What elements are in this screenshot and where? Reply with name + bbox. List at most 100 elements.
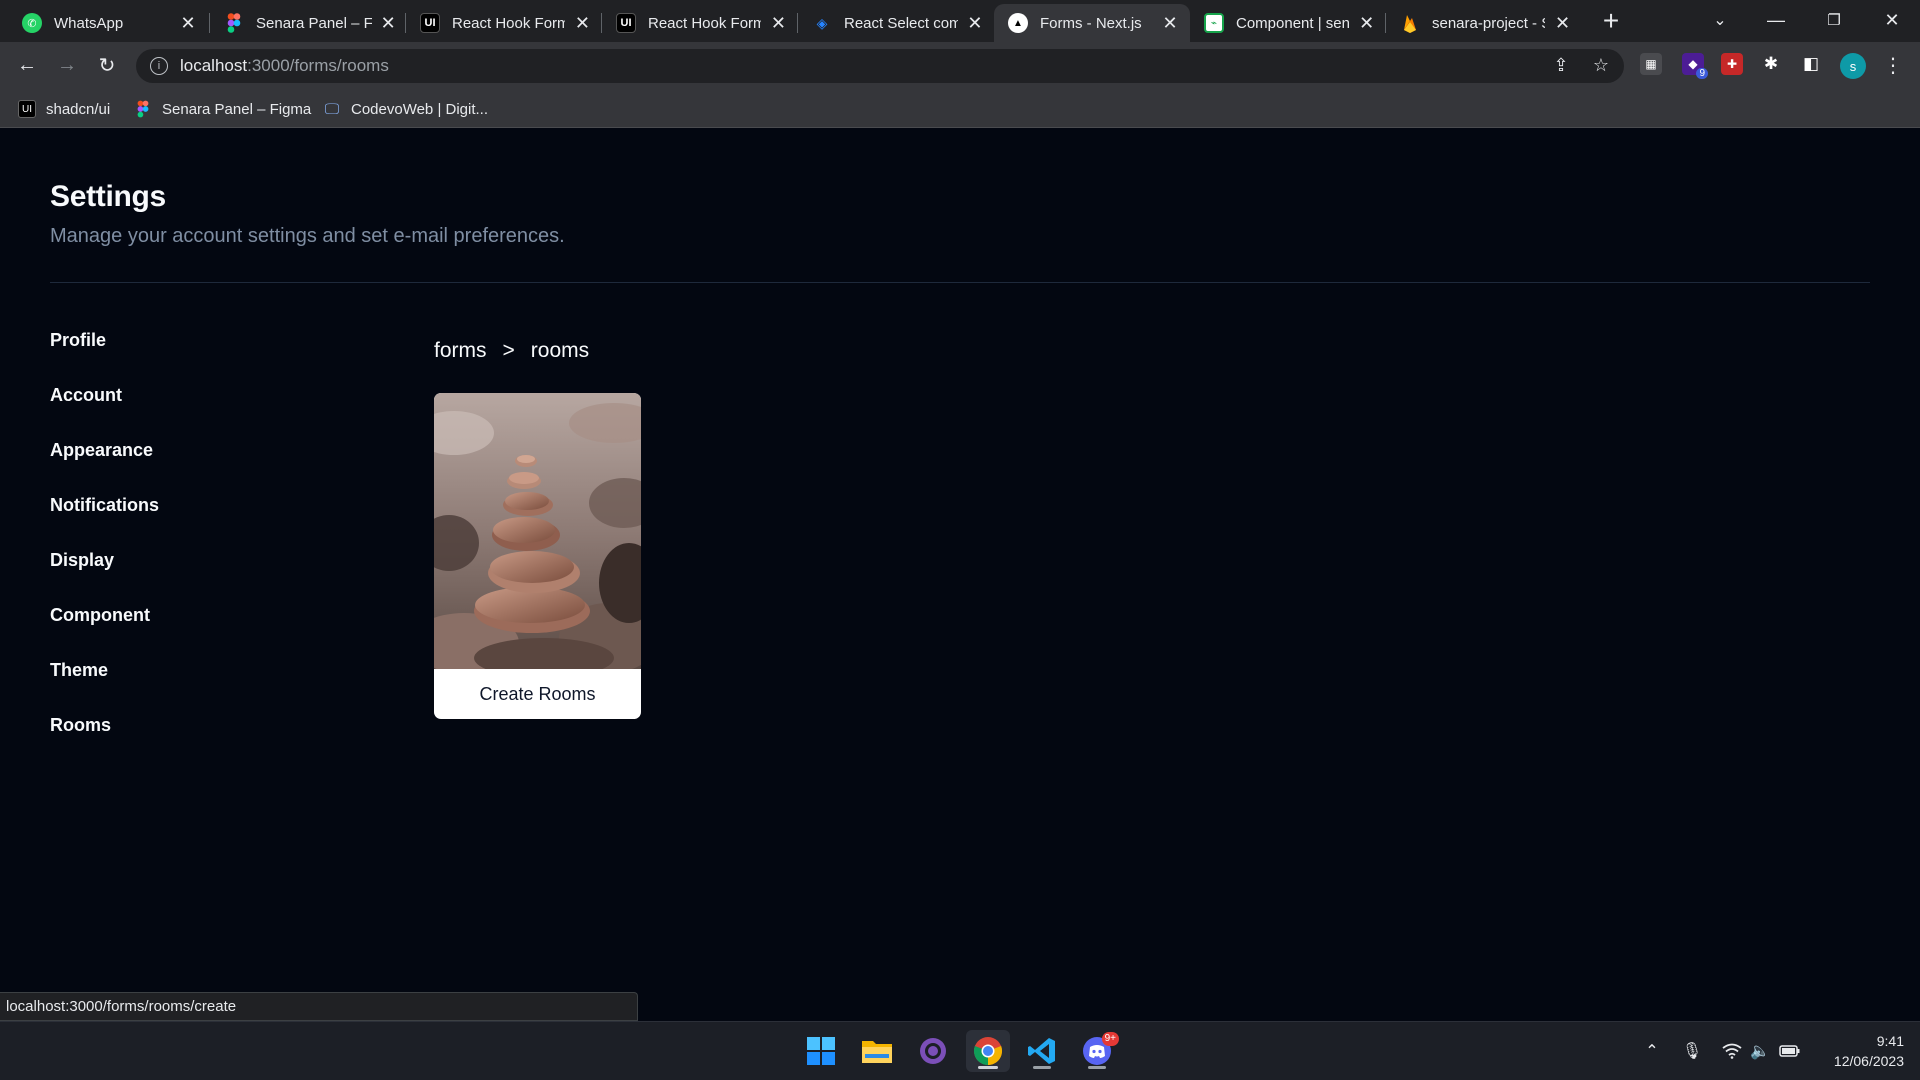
reload-button[interactable]: ↻ <box>92 50 122 80</box>
tab-title: Component | sena <box>1236 14 1350 32</box>
extension-gift-icon[interactable]: ✚ <box>1721 53 1743 75</box>
tab-react-select[interactable]: ◈ React Select comp ✕ <box>798 4 994 42</box>
forward-button[interactable]: → <box>52 50 82 80</box>
whatsapp-icon: ✆ <box>22 13 42 33</box>
bookmark-star-icon[interactable]: ☆ <box>1586 50 1616 80</box>
tab-whatsapp[interactable]: ✆ WhatsApp ✕ <box>8 4 208 42</box>
back-button[interactable]: ← <box>12 50 42 80</box>
profile-avatar[interactable]: s <box>1840 53 1866 79</box>
react-select-icon: ◈ <box>816 14 828 31</box>
extension-calendar-icon[interactable]: ▦ <box>1640 53 1662 75</box>
tab-component[interactable]: ⌁ Component | sena ✕ <box>1190 4 1386 42</box>
page-subtitle: Manage your account settings and set e-m… <box>50 225 565 247</box>
close-window-button[interactable]: ✕ <box>1864 0 1920 40</box>
bookmark-shadcn[interactable]: UI shadcn/ui <box>18 96 110 122</box>
breadcrumb-rooms[interactable]: rooms <box>531 339 589 363</box>
tab-title: senara-project - S <box>1432 14 1546 32</box>
shadcn-icon: UI <box>18 100 36 118</box>
sidebar-item-theme[interactable]: Theme <box>50 643 350 698</box>
figma-icon <box>224 13 244 33</box>
close-icon[interactable]: ✕ <box>966 13 984 33</box>
sidebar-item-profile[interactable]: Profile <box>50 313 350 368</box>
sidebar-item-account[interactable]: Account <box>50 368 350 423</box>
menu-dots-icon[interactable]: ⋮ <box>1878 50 1908 80</box>
close-icon[interactable]: ✕ <box>1357 13 1376 33</box>
tab-react-hook-form-2[interactable]: UI React Hook Form ✕ <box>602 4 798 42</box>
restore-button[interactable]: ❐ <box>1806 0 1862 40</box>
side-panel-icon[interactable]: ◧ <box>1800 53 1822 75</box>
tab-senara-project[interactable]: senara-project - S ✕ <box>1386 4 1582 42</box>
site-info-icon[interactable]: i <box>150 57 168 75</box>
shadcn-icon: UI <box>420 13 440 33</box>
discord-badge: 9+ <box>1101 1032 1119 1046</box>
component-icon: ⌁ <box>1204 13 1224 33</box>
firebase-icon <box>1400 13 1420 33</box>
tab-title: React Hook Form <box>452 14 565 32</box>
tab-figma[interactable]: Senara Panel – Figma ✕ <box>210 4 406 42</box>
minimize-button[interactable]: — <box>1748 0 1804 40</box>
close-icon[interactable]: ✕ <box>1553 13 1572 33</box>
github-desktop-icon[interactable] <box>911 1030 955 1072</box>
bookmark-label: Senara Panel – Figma <box>162 100 312 118</box>
browser-tab-strip: ✆ WhatsApp ✕ Senara Panel – Figma ✕ UI R… <box>0 0 1920 42</box>
sidebar-item-appearance[interactable]: Appearance <box>50 423 350 478</box>
sidebar-item-component[interactable]: Component <box>50 588 350 643</box>
breadcrumb-forms[interactable]: forms <box>434 339 487 363</box>
volume-icon[interactable]: 🔈 <box>1748 1039 1772 1063</box>
url-path: :3000/forms/rooms <box>247 56 389 75</box>
shadcn-icon: UI <box>616 13 636 33</box>
chrome-icon[interactable] <box>966 1030 1010 1072</box>
tab-title: React Select comp <box>844 14 958 32</box>
share-icon[interactable]: ⇪ <box>1546 50 1576 80</box>
stacked-stones-image <box>434 393 641 669</box>
windows-start-icon[interactable] <box>799 1030 843 1072</box>
tab-title: Senara Panel – Figma <box>256 14 373 32</box>
create-rooms-label: Create Rooms <box>479 683 596 704</box>
chevron-up-icon[interactable]: ⌃ <box>1640 1039 1664 1063</box>
battery-icon[interactable] <box>1778 1039 1802 1063</box>
vscode-icon[interactable] <box>1020 1030 1064 1072</box>
bookmark-figma[interactable]: Senara Panel – Figma <box>134 96 311 122</box>
extensions-puzzle-icon[interactable]: ✱ <box>1760 53 1782 75</box>
browser-toolbar: ← → ↻ i localhost:3000/forms/rooms ⇪ ☆ ▦… <box>0 42 1920 88</box>
discord-icon[interactable]: 9+ <box>1075 1030 1119 1072</box>
tab-search-button[interactable]: ⌄ <box>1692 0 1748 40</box>
system-clock[interactable]: 9:41 12/06/2023 <box>1820 1031 1904 1071</box>
figma-icon <box>134 100 152 118</box>
extension-badge-count: 9 <box>1696 68 1708 79</box>
close-icon[interactable]: ✕ <box>573 13 592 33</box>
wifi-icon[interactable] <box>1720 1039 1744 1063</box>
clock-time: 9:41 <box>1876 1033 1904 1049</box>
tab-title: React Hook Form <box>648 14 761 32</box>
bookmark-label: CodevoWeb | Digit... <box>351 100 489 118</box>
address-bar[interactable]: i localhost:3000/forms/rooms <box>136 49 1624 83</box>
nextjs-icon: ▲ <box>1008 13 1028 33</box>
windows-taskbar: 9+ ⌃ 🎙 🔈 9:41 12/06/2023 <box>0 1021 1920 1080</box>
close-icon[interactable]: ✕ <box>769 13 788 33</box>
file-explorer-icon[interactable] <box>855 1030 899 1072</box>
breadcrumb-separator: > <box>502 339 515 362</box>
tab-react-hook-form-1[interactable]: UI React Hook Form ✕ <box>406 4 602 42</box>
close-icon[interactable]: ✕ <box>380 13 396 33</box>
sidebar-item-rooms[interactable]: Rooms <box>50 698 350 753</box>
close-icon[interactable]: ✕ <box>1160 13 1180 33</box>
tab-forms-nextjs[interactable]: ▲ Forms - Next.js ✕ <box>994 4 1190 42</box>
page-title: Settings <box>50 180 166 213</box>
tab-title: Forms - Next.js <box>1040 14 1142 32</box>
sidebar-item-notifications[interactable]: Notifications <box>50 478 350 533</box>
create-rooms-card[interactable]: Create Rooms <box>434 393 641 719</box>
close-icon[interactable]: ✕ <box>178 13 198 33</box>
microphone-icon[interactable]: 🎙 <box>1680 1039 1704 1063</box>
header-divider <box>50 282 1870 283</box>
sidebar-item-display[interactable]: Display <box>50 533 350 588</box>
clock-date: 12/06/2023 <box>1833 1053 1904 1069</box>
extension-badge-icon[interactable]: ◆ 9 <box>1682 53 1708 79</box>
open-app-indicator <box>1088 1066 1106 1069</box>
bookmark-label: shadcn/ui <box>46 100 111 118</box>
monitor-icon: 🖵 <box>324 100 340 118</box>
open-app-indicator <box>1033 1066 1051 1069</box>
bookmark-codevoweb[interactable]: 🖵 CodevoWeb | Digit... <box>323 96 488 122</box>
settings-sidebar: Profile Account Appearance Notifications… <box>50 313 350 753</box>
tab-title: WhatsApp <box>54 14 124 32</box>
new-tab-button[interactable]: + <box>1596 5 1626 36</box>
